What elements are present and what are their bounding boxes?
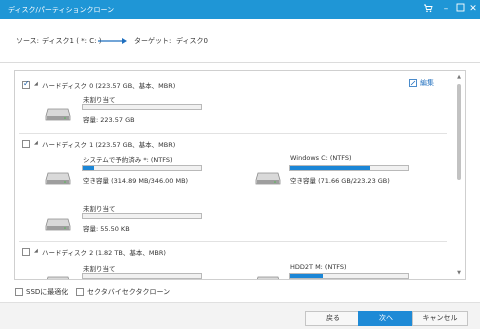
collapse-triangle-icon[interactable]: ◢ xyxy=(34,248,38,254)
partition-capacity: 空き容量 (71.66 GB/223.23 GB) xyxy=(290,177,390,185)
window-title: ディスク/パーティションクローン xyxy=(8,6,115,14)
ssd-optimize-checkbox[interactable] xyxy=(15,288,23,296)
disk-0-checkbox[interactable] xyxy=(22,79,30,89)
partition-disk-icon xyxy=(45,275,71,279)
usage-fill xyxy=(290,274,324,278)
partition-capacity: 容量: 223.57 GB xyxy=(83,116,135,124)
partition-name: Windows C: (NTFS) xyxy=(290,154,352,162)
partition-capacity: 容量: 55.50 KB xyxy=(83,225,130,233)
minimize-icon[interactable]: – xyxy=(440,3,452,15)
disk-1-header: ハードディスク 1 (223.57 GB、基本、MBR) xyxy=(42,141,176,149)
collapse-triangle-icon[interactable]: ◢ xyxy=(34,81,38,87)
partition-disk-icon xyxy=(255,171,281,185)
title-bar: ディスク/パーティションクローン – ✕ xyxy=(0,0,480,19)
partition-name: 未割り当て xyxy=(83,205,116,213)
edit-icon[interactable] xyxy=(409,79,417,89)
partition-usage-bar xyxy=(82,273,202,279)
collapse-triangle-icon[interactable]: ◢ xyxy=(34,140,38,146)
scroll-down-icon[interactable]: ▼ xyxy=(455,270,463,276)
divider xyxy=(19,241,447,242)
source-value: ディスク1 ( *: C: ) xyxy=(42,37,102,45)
disk-1-checkbox[interactable] xyxy=(22,140,30,148)
ssd-optimize-label[interactable]: SSDに最適化 xyxy=(26,287,68,297)
footer-bar: 戻る 次へ キャンセル xyxy=(0,302,480,329)
maximize-icon[interactable] xyxy=(454,3,466,15)
partition-disk-icon xyxy=(45,107,71,121)
partition-name: システムで予約済み *: (NTFS) xyxy=(83,156,173,164)
close-icon[interactable]: ✕ xyxy=(467,3,479,15)
disk-list-scrollbar[interactable]: ▲ ▼ xyxy=(455,74,463,276)
partition-disk-icon xyxy=(45,217,71,231)
sector-by-sector-checkbox[interactable] xyxy=(76,288,84,296)
disk-2-checkbox[interactable] xyxy=(22,248,30,256)
cart-icon[interactable] xyxy=(422,3,434,15)
partition-usage-bar xyxy=(289,273,409,279)
sector-by-sector-label[interactable]: セクタバイセクタクローン xyxy=(87,287,170,297)
scroll-thumb[interactable] xyxy=(457,84,461,180)
target-value: ディスク0 xyxy=(176,37,208,45)
back-button[interactable]: 戻る xyxy=(305,311,361,326)
disk-2-header: ハードディスク 2 (1.82 TB、基本、MBR) xyxy=(42,249,166,257)
usage-fill xyxy=(290,166,371,170)
partition-capacity: 空き容量 (314.89 MB/346.00 MB) xyxy=(83,177,189,185)
edit-button[interactable]: 編集 xyxy=(420,78,434,88)
partition-usage-bar xyxy=(82,165,202,171)
disk-0-header: ハードディスク 0 (223.57 GB、基本、MBR) xyxy=(42,82,176,90)
clone-path-bar: ソース: ディスク1 ( *: C: ) ターゲット: ディスク0 xyxy=(0,19,480,63)
usage-fill xyxy=(83,166,94,170)
partition-name: HDD2T M: (NTFS) xyxy=(290,263,347,271)
partition-name: 未割り当て xyxy=(83,265,116,273)
next-button[interactable]: 次へ xyxy=(358,311,414,326)
partition-usage-bar xyxy=(82,104,202,110)
partition-name: 未割り当て xyxy=(83,96,116,104)
arrow-right-icon xyxy=(98,38,127,44)
partition-disk-icon xyxy=(45,171,71,185)
partition-disk-icon xyxy=(255,275,281,279)
target-label: ターゲット: xyxy=(134,37,172,45)
scroll-up-icon[interactable]: ▲ xyxy=(455,74,463,80)
cancel-button[interactable]: キャンセル xyxy=(412,311,468,326)
divider xyxy=(19,133,447,134)
partition-usage-bar xyxy=(82,213,202,219)
source-label: ソース: xyxy=(16,37,40,45)
disk-list-panel: ◢ ハードディスク 0 (223.57 GB、基本、MBR) 編集 未割り当て … xyxy=(14,70,466,280)
partition-usage-bar xyxy=(289,165,409,171)
